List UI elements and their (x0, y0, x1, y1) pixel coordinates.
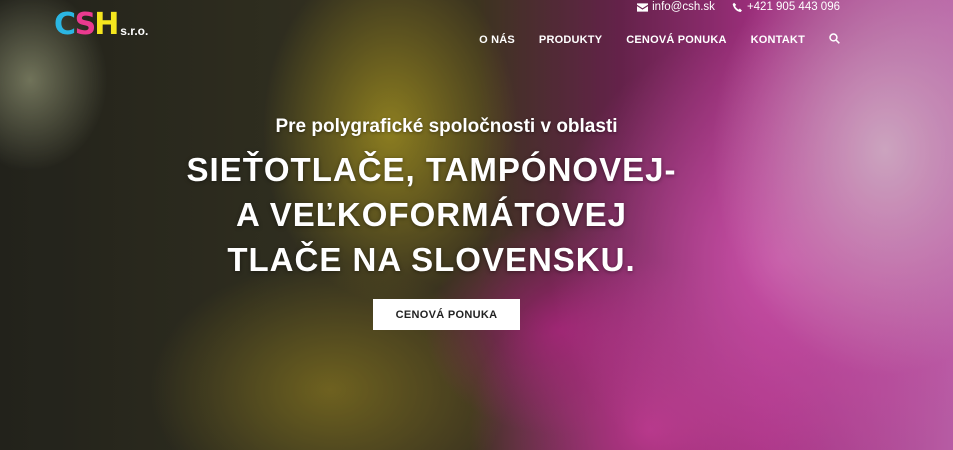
phone-icon (732, 2, 742, 12)
hero-subtitle: Pre polygrafické spoločnosti v oblasti (275, 116, 618, 137)
email-link[interactable]: info@csh.sk (637, 1, 715, 13)
email-text: info@csh.sk (652, 1, 715, 13)
logo-mark: CSH (54, 7, 119, 42)
search-icon[interactable] (829, 31, 840, 49)
envelope-icon (637, 2, 649, 12)
hero-headline: Pre polygrafické spoločnosti v oblasti S… (0, 115, 893, 282)
logo-suffix: s.r.o. (120, 24, 149, 38)
nav-item-produkty[interactable]: PRODUKTY (539, 34, 602, 46)
price-quote-button[interactable]: CENOVÁ PONUKA (373, 299, 520, 330)
logo[interactable]: CSH s.r.o. (54, 8, 148, 42)
phone-link[interactable]: +421 905 443 096 (732, 1, 840, 13)
nav-item-kontakt[interactable]: KONTAKT (751, 34, 805, 46)
contact-bar: info@csh.sk +421 905 443 096 (637, 1, 840, 13)
hero-title: SIEŤOTLAČE, TAMPÓNOVEJ- A VEĽKOFORMÁTOVE… (186, 151, 677, 278)
main-nav: O NÁS PRODUKTY CENOVÁ PONUKA KONTAKT (479, 31, 840, 49)
nav-item-cenova-ponuka[interactable]: CENOVÁ PONUKA (626, 34, 726, 46)
phone-text: +421 905 443 096 (746, 1, 840, 13)
nav-item-o-nas[interactable]: O NÁS (479, 34, 515, 46)
